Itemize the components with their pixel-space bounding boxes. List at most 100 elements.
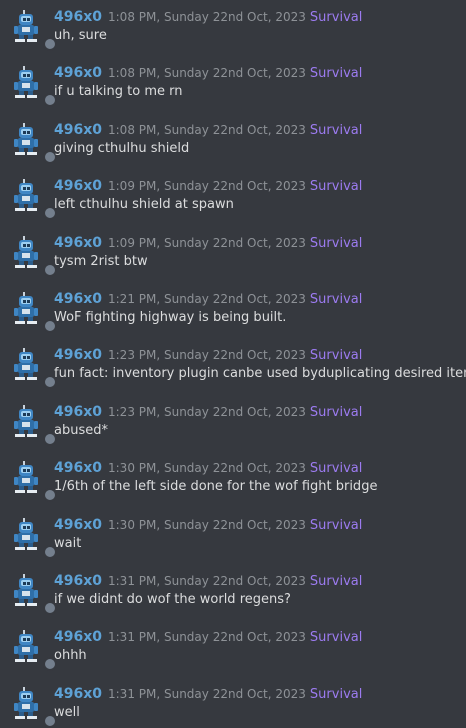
message-item: 496x0 1:09 PM, Sunday 22nd Oct, 2023 Survi… [0,176,466,221]
username[interactable]: 496x0 [54,460,102,476]
server-tag: Survival [309,574,363,589]
robot-avatar-icon [10,404,46,444]
robot-avatar-icon [10,461,46,500]
message-item: 496x0 1:31 PM, Sunday 22nd Oct, 2023 Survi… [0,571,466,615]
message-text: if we didnt do wof the world regens? [54,592,291,607]
message-header: 496x0 1:08 PM, Sunday 22nd Oct, 2023 Survi… [54,120,362,140]
timestamp: 1:23 PM, Sunday 22nd Oct, 2023 [108,404,306,419]
robot-avatar-icon [10,574,46,613]
username[interactable]: 496x0 [54,347,102,363]
message-item: 496x0 1:23 PM, Sunday 22nd Oct, 2023 Survi… [0,402,466,446]
avatar[interactable] [10,178,57,221]
robot-avatar-icon [10,348,46,387]
username[interactable]: 496x0 [54,573,102,589]
robot-avatar-icon [10,630,46,669]
message-item: 496x0 1:21 PM, Sunday 22nd Oct, 2023 Survi… [0,289,466,333]
avatar[interactable] [10,460,57,503]
username[interactable]: 496x0 [54,686,102,702]
username[interactable]: 496x0 [54,122,102,138]
server-tag: Survival [309,630,363,646]
message-text: giving cthulhu shield [54,140,190,156]
timestamp: 1:31 PM, Sunday 22nd Oct, 2023 [108,574,306,588]
message-header: 496x0 1:09 PM, Sunday 22nd Oct, 2023 Survi… [54,233,362,253]
message-item: 496x0 1:30 PM, Sunday 22nd Oct, 2023 Survi… [0,515,466,559]
timestamp: 1:09 PM, Sunday 22nd Oct, 2023 [108,235,306,250]
timestamp: 1:08 PM, Sunday 22nd Oct, 2023 [108,10,306,24]
message-text: abused* [54,422,108,438]
robot-avatar-icon [10,66,46,105]
username[interactable]: 496x0 [54,404,102,420]
robot-avatar-icon [10,292,46,331]
username[interactable]: 496x0 [54,9,102,25]
avatar[interactable] [10,291,57,333]
username[interactable]: 496x0 [54,178,102,194]
message-header: 496x0 1:08 PM, Sunday 22nd Oct, 2023 Survi… [54,63,362,83]
message-item: 496x0 1:08 PM, Sunday 22nd Oct, 2023 Survi… [0,63,466,108]
server-tag: Survival [309,179,363,195]
message-text: WoF fighting highway is being built. [54,310,287,325]
username[interactable]: 496x0 [54,291,102,307]
message-header: 496x0 1:30 PM, Sunday 22nd Oct, 2023 Survi… [54,515,362,535]
avatar[interactable] [10,686,57,728]
timestamp: 1:08 PM, Sunday 22nd Oct, 2023 [108,122,306,137]
message-header: 496x0 1:31 PM, Sunday 22nd Oct, 2023 Survi… [54,571,362,591]
robot-avatar-icon [10,517,46,557]
message-text: wait [54,535,82,551]
message-header: 496x0 1:31 PM, Sunday 22nd Oct, 2023 Survi… [54,684,362,704]
robot-avatar-icon [10,122,46,162]
server-tag: Survival [309,10,363,25]
message-text: left cthulhu shield at spawn [54,197,234,213]
avatar[interactable] [10,235,57,277]
server-tag: Survival [309,66,363,82]
message-header: 496x0 1:21 PM, Sunday 22nd Oct, 2023 Survi… [54,289,362,309]
timestamp: 1:30 PM, Sunday 22nd Oct, 2023 [108,517,306,532]
message-item: 496x0 1:08 PM, Sunday 22nd Oct, 2023 Survi… [0,7,466,51]
avatar[interactable] [10,122,57,164]
avatar[interactable] [10,629,57,672]
message-item: 496x0 1:30 PM, Sunday 22nd Oct, 2023 Survi… [0,458,466,503]
robot-avatar-icon [10,235,46,275]
message-text: well [54,704,80,720]
timestamp: 1:09 PM, Sunday 22nd Oct, 2023 [108,179,306,194]
message-item: 496x0 1:31 PM, Sunday 22nd Oct, 2023 Survi… [0,627,466,672]
server-tag: Survival [309,348,363,364]
message-item: 496x0 1:23 PM, Sunday 22nd Oct, 2023 Survi… [0,345,466,390]
avatar[interactable] [10,65,57,108]
timestamp: 1:23 PM, Sunday 22nd Oct, 2023 [108,348,306,363]
server-tag: Survival [309,235,363,251]
server-tag: Survival [309,686,363,702]
username[interactable]: 496x0 [54,517,102,533]
username[interactable]: 496x0 [54,235,102,251]
message-text: uh, sure [54,28,107,43]
avatar[interactable] [10,9,57,51]
message-text: fun fact: inventory plugin canbe used by… [54,366,466,382]
timestamp: 1:21 PM, Sunday 22nd Oct, 2023 [108,292,306,306]
timestamp: 1:31 PM, Sunday 22nd Oct, 2023 [108,630,306,645]
message-header: 496x0 1:30 PM, Sunday 22nd Oct, 2023 Survi… [54,458,362,478]
message-item: 496x0 1:08 PM, Sunday 22nd Oct, 2023 Survi… [0,120,466,164]
timestamp: 1:30 PM, Sunday 22nd Oct, 2023 [108,461,306,476]
avatar[interactable] [10,404,57,446]
message-header: 496x0 1:08 PM, Sunday 22nd Oct, 2023 Survi… [54,7,362,27]
timestamp: 1:08 PM, Sunday 22nd Oct, 2023 [108,66,306,81]
robot-avatar-icon [10,686,46,726]
username[interactable]: 496x0 [54,65,102,81]
timestamp: 1:31 PM, Sunday 22nd Oct, 2023 [108,686,306,701]
robot-avatar-icon [10,10,46,49]
message-item: 496x0 1:09 PM, Sunday 22nd Oct, 2023 Survi… [0,233,466,277]
username[interactable]: 496x0 [54,629,102,645]
avatar[interactable] [10,347,57,390]
message-text: tysm 2rist btw [54,253,148,269]
avatar[interactable] [10,573,57,615]
server-tag: Survival [309,122,363,138]
message-header: 496x0 1:23 PM, Sunday 22nd Oct, 2023 Survi… [54,402,362,422]
message-text: if u talking to me rn [54,84,183,100]
message-header: 496x0 1:09 PM, Sunday 22nd Oct, 2023 Survi… [54,176,362,196]
message-text: ohhh [54,648,87,664]
message-header: 496x0 1:31 PM, Sunday 22nd Oct, 2023 Survi… [54,627,362,647]
message-header: 496x0 1:23 PM, Sunday 22nd Oct, 2023 Survi… [54,345,362,365]
avatar[interactable] [10,517,57,559]
message-text: 1/6th of the left side done for the wof … [54,479,378,495]
server-tag: Survival [309,461,363,477]
server-tag: Survival [309,292,363,307]
